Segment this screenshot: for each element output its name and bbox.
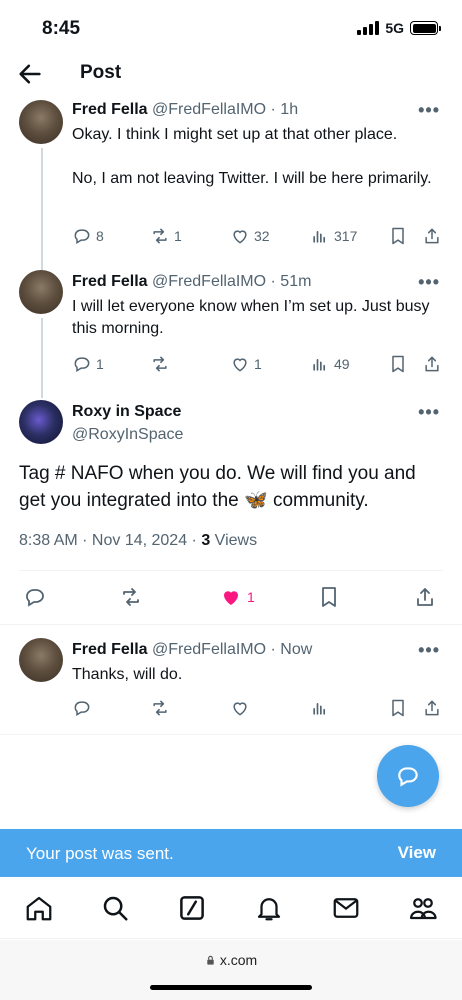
reply-button[interactable]	[23, 585, 47, 609]
status-time: 8:45	[42, 18, 81, 39]
share-button[interactable]	[413, 585, 437, 609]
tweet-actions: 1 1 49	[72, 354, 444, 378]
bookmark-icon	[392, 699, 404, 717]
tweet-text: Thanks, will do.	[72, 666, 183, 683]
tweet-actions	[72, 698, 444, 722]
lock-icon	[207, 955, 214, 965]
tweet-handle[interactable]: @RoxyInSpace	[72, 426, 183, 444]
repost-icon	[153, 700, 167, 716]
tweet-author[interactable]: Fred Fella @FredFellaIMO · 51m	[72, 273, 311, 291]
bookmark-button[interactable]	[388, 698, 408, 718]
tweet-author[interactable]: Roxy in Space	[72, 403, 181, 421]
repost-button[interactable]	[119, 585, 143, 609]
divider	[0, 624, 462, 625]
views-button[interactable]: 317	[310, 226, 357, 246]
focus-tweet-actions: 1	[19, 585, 443, 611]
bookmark-icon	[392, 227, 404, 245]
avatar[interactable]	[19, 638, 63, 682]
reply-icon	[74, 357, 90, 372]
thread-line	[41, 148, 43, 270]
divider	[19, 570, 443, 571]
reply-button[interactable]	[72, 698, 92, 718]
heart-filled-icon	[224, 591, 238, 605]
repost-button[interactable]: 1	[150, 226, 182, 246]
more-options-icon[interactable]: •••	[418, 272, 440, 293]
like-button[interactable]: 1	[230, 354, 262, 374]
repost-button[interactable]	[150, 698, 170, 718]
status-indicators: 5G	[357, 20, 441, 36]
grok-icon[interactable]	[177, 893, 207, 923]
share-icon	[425, 356, 439, 372]
reply-icon	[74, 701, 90, 716]
views-button[interactable]	[310, 698, 330, 718]
tweet-timestamp: 8:38 AM · Nov 14, 2024 · 3 Views	[19, 532, 258, 549]
messages-icon[interactable]	[331, 893, 361, 923]
avatar[interactable]	[19, 400, 63, 444]
tweet-text: Okay. I think I might set up at that oth…	[72, 126, 432, 187]
like-button[interactable]: 32	[230, 226, 270, 246]
bookmark-icon	[322, 587, 336, 607]
more-options-icon[interactable]: •••	[418, 100, 440, 121]
repost-icon	[153, 356, 167, 372]
post-sent-toast: Your post was sent. View	[0, 829, 462, 877]
divider	[0, 734, 462, 735]
avatar[interactable]	[19, 270, 63, 314]
reply-button[interactable]: 8	[72, 226, 104, 246]
repost-icon	[153, 228, 167, 244]
search-icon[interactable]	[100, 893, 130, 923]
thread-line	[41, 318, 43, 398]
url-text[interactable]: x.com	[0, 952, 462, 968]
repost-icon	[123, 588, 139, 606]
like-button[interactable]: 1	[219, 585, 255, 609]
toast-view-button[interactable]: View	[398, 843, 436, 863]
reply-bubble-icon	[398, 767, 418, 787]
heart-icon	[233, 702, 247, 716]
page-title: Post	[80, 62, 122, 83]
back-arrow-icon[interactable]	[16, 60, 44, 88]
tweet-actions: 8 1 32 317	[72, 226, 444, 250]
views-icon	[313, 231, 325, 243]
compose-reply-button[interactable]	[377, 745, 439, 807]
bottom-tab-bar	[0, 877, 462, 939]
bookmark-button[interactable]	[388, 354, 408, 374]
share-icon	[425, 228, 439, 244]
home-indicator	[150, 985, 312, 990]
header: Post	[0, 56, 462, 92]
share-icon	[425, 700, 439, 716]
share-icon	[417, 588, 433, 606]
reply-icon	[26, 589, 44, 607]
signal-icon	[357, 21, 380, 35]
more-options-icon[interactable]: •••	[418, 402, 440, 423]
bookmark-button[interactable]	[388, 226, 408, 246]
repost-button[interactable]	[150, 354, 174, 374]
network-label: 5G	[385, 20, 404, 36]
tweet-author[interactable]: Fred Fella @FredFellaIMO · Now	[72, 641, 312, 659]
reply-button[interactable]: 1	[72, 354, 104, 374]
communities-icon[interactable]	[408, 893, 438, 923]
reply-icon	[74, 229, 90, 244]
tweet-author[interactable]: Fred Fella @FredFellaIMO · 1h	[72, 101, 298, 119]
share-button[interactable]	[422, 698, 442, 718]
views-icon	[313, 359, 325, 371]
tweet-text: I will let everyone know when I’m set up…	[72, 298, 430, 337]
status-bar: 8:45 5G	[0, 0, 462, 56]
avatar[interactable]	[19, 100, 63, 144]
more-options-icon[interactable]: •••	[418, 640, 440, 661]
notifications-icon[interactable]	[254, 893, 284, 923]
home-icon[interactable]	[24, 893, 54, 923]
butterfly-emoji: 🦋	[244, 490, 268, 511]
bookmark-button[interactable]	[317, 585, 341, 609]
bookmark-icon	[392, 355, 404, 373]
views-icon	[313, 703, 325, 715]
toast-message: Your post was sent.	[26, 844, 174, 863]
views-button[interactable]: 49	[310, 354, 350, 374]
share-button[interactable]	[422, 226, 442, 246]
focus-tweet-text: Tag # NAFO when you do. We will find you…	[19, 463, 416, 511]
battery-icon	[410, 21, 441, 35]
heart-icon	[233, 230, 247, 244]
share-button[interactable]	[422, 354, 442, 374]
like-button[interactable]	[230, 698, 250, 718]
heart-icon	[233, 358, 247, 372]
browser-url-bar[interactable]: x.com	[0, 940, 462, 1000]
